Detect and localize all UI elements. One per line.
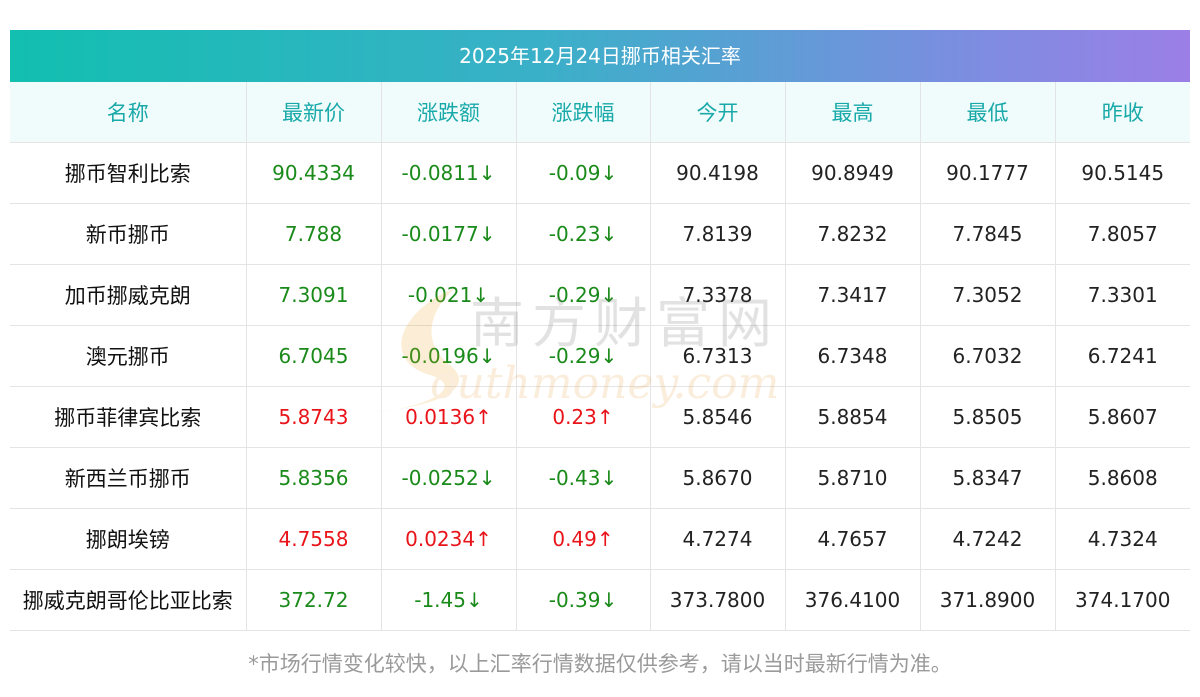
currency-pair-name: 挪币菲律宾比索 (10, 386, 247, 448)
change-amount-cell: -0.0811↓ (381, 142, 517, 204)
table-row: 挪币菲律宾比索 5.8743 0.0136↑ 0.23↑ 5.8546 5.8854 5.8… (10, 386, 1190, 448)
high-price-cell: 5.8710 (785, 447, 921, 509)
change-pct-cell: -0.29↓ (516, 325, 651, 387)
latest-price-cell: 372.72 (246, 569, 382, 631)
prev-close-cell: 5.8607 (1055, 386, 1190, 448)
open-price-cell: 6.7313 (650, 325, 786, 387)
prev-close-cell: 5.8608 (1055, 447, 1190, 509)
change-pct-cell: -0.29↓ (516, 264, 651, 326)
low-price-cell: 4.7242 (920, 508, 1056, 570)
change-pct-cell: -0.43↓ (516, 447, 651, 509)
low-price-cell: 7.3052 (920, 264, 1056, 326)
header-change-pct: 涨跌幅 (516, 82, 651, 143)
change-pct-cell: -0.23↓ (516, 203, 651, 265)
currency-pair-name: 挪威克朗哥伦比亚比索 (10, 569, 247, 631)
latest-price-cell: 6.7045 (246, 325, 382, 387)
header-prev-close: 昨收 (1055, 82, 1190, 143)
change-pct-cell: -0.39↓ (516, 569, 651, 631)
currency-pair-name: 新西兰币挪币 (10, 447, 247, 509)
open-price-cell: 5.8546 (650, 386, 786, 448)
open-price-cell: 373.7800 (650, 569, 786, 631)
currency-pair-name: 澳元挪币 (10, 325, 247, 387)
latest-price-cell: 90.4334 (246, 142, 382, 204)
open-price-cell: 5.8670 (650, 447, 786, 509)
high-price-cell: 6.7348 (785, 325, 921, 387)
change-amount-cell: 0.0136↑ (381, 386, 517, 448)
open-price-cell: 7.8139 (650, 203, 786, 265)
open-price-cell: 90.4198 (650, 142, 786, 204)
latest-price-cell: 7.788 (246, 203, 382, 265)
change-amount-cell: 0.0234↑ (381, 508, 517, 570)
high-price-cell: 7.8232 (785, 203, 921, 265)
high-price-cell: 5.8854 (785, 386, 921, 448)
change-amount-cell: -0.021↓ (381, 264, 517, 326)
change-amount-cell: -1.45↓ (381, 569, 517, 631)
prev-close-cell: 6.7241 (1055, 325, 1190, 387)
low-price-cell: 5.8347 (920, 447, 1056, 509)
header-low: 最低 (920, 82, 1056, 143)
table-title: 2025年12月24日挪币相关汇率 (10, 30, 1190, 82)
high-price-cell: 90.8949 (785, 142, 921, 204)
prev-close-cell: 4.7324 (1055, 508, 1190, 570)
currency-pair-name: 加币挪威克朗 (10, 264, 247, 326)
open-price-cell: 7.3378 (650, 264, 786, 326)
table-row: 新西兰币挪币 5.8356 -0.0252↓ -0.43↓ 5.8670 5.8710 5.… (10, 447, 1190, 509)
change-amount-cell: -0.0196↓ (381, 325, 517, 387)
rate-table-panel: 2025年12月24日挪币相关汇率 名称 最新价 涨跌额 涨跌幅 今开 最高 最… (10, 30, 1190, 631)
exchange-rate-table: 名称 最新价 涨跌额 涨跌幅 今开 最高 最低 昨收 挪币智利比索 90.4334… (10, 82, 1190, 631)
low-price-cell: 5.8505 (920, 386, 1056, 448)
currency-pair-name: 挪币智利比索 (10, 142, 247, 204)
table-header-row: 名称 最新价 涨跌额 涨跌幅 今开 最高 最低 昨收 (10, 82, 1190, 143)
table-row: 新币挪币 7.788 -0.0177↓ -0.23↓ 7.8139 7.8232 7.784… (10, 203, 1190, 265)
header-name: 名称 (10, 82, 247, 143)
open-price-cell: 4.7274 (650, 508, 786, 570)
latest-price-cell: 5.8743 (246, 386, 382, 448)
change-pct-cell: -0.09↓ (516, 142, 651, 204)
currency-pair-name: 新币挪币 (10, 203, 247, 265)
high-price-cell: 4.7657 (785, 508, 921, 570)
table-row: 挪朗埃镑 4.7558 0.0234↑ 0.49↑ 4.7274 4.7657 4.7242… (10, 508, 1190, 570)
prev-close-cell: 7.3301 (1055, 264, 1190, 326)
low-price-cell: 371.8900 (920, 569, 1056, 631)
prev-close-cell: 374.1700 (1055, 569, 1190, 631)
table-row: 挪币智利比索 90.4334 -0.0811↓ -0.09↓ 90.4198 90.894… (10, 142, 1190, 204)
high-price-cell: 7.3417 (785, 264, 921, 326)
disclaimer-note: *市场行情变化较快，以上汇率行情数据仅供参考，请以当时最新行情为准。 (248, 652, 952, 676)
prev-close-cell: 90.5145 (1055, 142, 1190, 204)
change-pct-cell: 0.49↑ (516, 508, 651, 570)
table-row: 挪威克朗哥伦比亚比索 372.72 -1.45↓ -0.39↓ 373.7800 376.… (10, 569, 1190, 631)
prev-close-cell: 7.8057 (1055, 203, 1190, 265)
low-price-cell: 90.1777 (920, 142, 1056, 204)
change-pct-cell: 0.23↑ (516, 386, 651, 448)
currency-pair-name: 挪朗埃镑 (10, 508, 247, 570)
latest-price-cell: 4.7558 (246, 508, 382, 570)
table-row: 加币挪威克朗 7.3091 -0.021↓ -0.29↓ 7.3378 7.3417 7.3… (10, 264, 1190, 326)
low-price-cell: 7.7845 (920, 203, 1056, 265)
latest-price-cell: 7.3091 (246, 264, 382, 326)
high-price-cell: 376.4100 (785, 569, 921, 631)
table-row: 澳元挪币 6.7045 -0.0196↓ -0.29↓ 6.7313 6.7348 6.70… (10, 325, 1190, 387)
change-amount-cell: -0.0252↓ (381, 447, 517, 509)
table-body: 挪币智利比索 90.4334 -0.0811↓ -0.09↓ 90.4198 90.894… (10, 142, 1190, 631)
latest-price-cell: 5.8356 (246, 447, 382, 509)
header-change: 涨跌额 (381, 82, 517, 143)
header-open: 今开 (650, 82, 786, 143)
change-amount-cell: -0.0177↓ (381, 203, 517, 265)
header-latest: 最新价 (246, 82, 382, 143)
header-high: 最高 (785, 82, 921, 143)
low-price-cell: 6.7032 (920, 325, 1056, 387)
